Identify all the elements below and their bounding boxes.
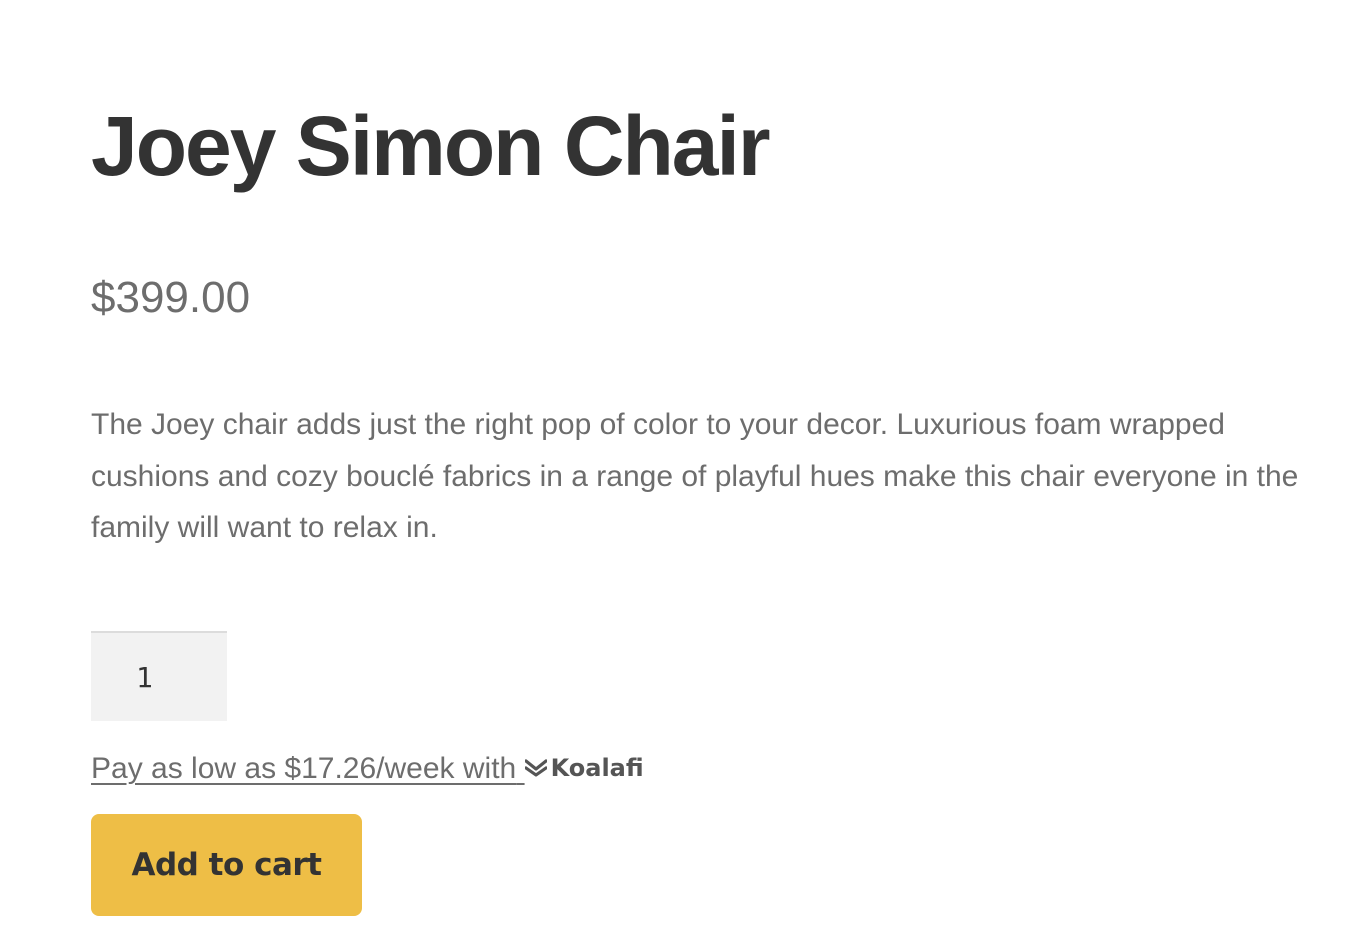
- product-price: $399.00: [91, 273, 251, 322]
- koalafi-brand-name: Koalafi: [550, 754, 644, 782]
- product-title: Joey Simon Chair: [91, 99, 771, 193]
- add-to-cart-button[interactable]: Add to cart: [91, 814, 362, 916]
- financing-link[interactable]: Pay as low as $17.26/week with Koalafi: [91, 748, 644, 789]
- financing-text: Pay as low as $17.26/week with: [91, 752, 517, 785]
- koalafi-logo: Koalafi: [524, 748, 644, 788]
- product-description: The Joey chair adds just the right pop o…: [91, 408, 1299, 544]
- quantity-input[interactable]: [91, 631, 227, 721]
- koalafi-logo-icon: [524, 759, 547, 777]
